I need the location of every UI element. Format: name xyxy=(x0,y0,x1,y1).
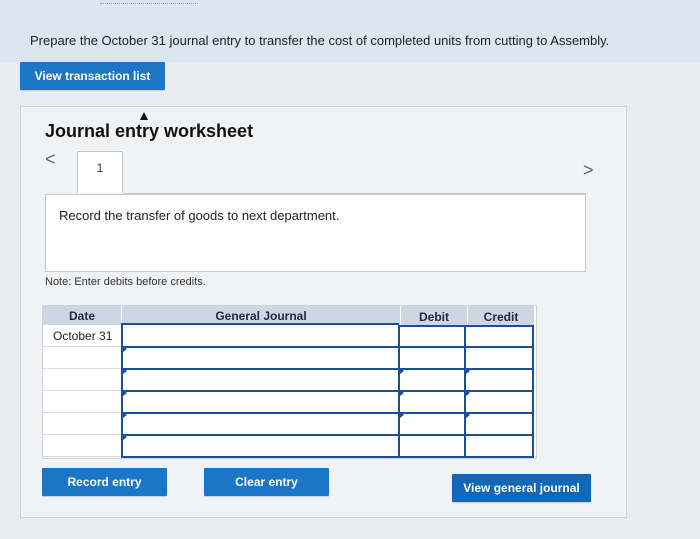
row-marker-icon xyxy=(400,368,404,374)
row-marker-icon xyxy=(400,390,404,396)
journal-entry-worksheet: Journal entry worksheet < > 1 Record the… xyxy=(20,106,627,518)
account-input[interactable] xyxy=(123,325,398,346)
date-cell xyxy=(43,435,121,457)
row-marker-icon xyxy=(123,390,127,396)
account-input[interactable] xyxy=(123,436,398,456)
row-marker-icon xyxy=(400,412,404,418)
account-input[interactable] xyxy=(123,348,398,368)
row-marker-icon xyxy=(123,412,127,418)
view-general-journal-button[interactable]: View general journal xyxy=(452,474,591,502)
worksheet-title: Journal entry worksheet xyxy=(45,121,254,141)
row-marker-icon xyxy=(466,412,470,418)
clear-entry-button[interactable]: Clear entry xyxy=(204,468,329,496)
debit-input[interactable] xyxy=(400,414,464,434)
credit-input[interactable] xyxy=(466,392,532,412)
account-input[interactable] xyxy=(123,370,398,390)
prev-entry-chevron-icon[interactable]: < xyxy=(45,149,56,170)
view-transaction-list-button[interactable]: View transaction list xyxy=(20,62,165,90)
account-input[interactable] xyxy=(123,414,398,434)
banner-divider xyxy=(100,3,198,18)
entry-note: Note: Enter debits before credits. xyxy=(45,276,206,288)
row-line xyxy=(121,456,534,458)
tab-entry-label: 1 xyxy=(96,161,104,175)
tab-entry-1[interactable]: 1 xyxy=(77,151,123,193)
header-date: Date xyxy=(43,306,121,325)
credit-input[interactable] xyxy=(466,436,532,456)
header-credit: Credit xyxy=(468,306,534,327)
row-marker-icon xyxy=(466,368,470,374)
debit-input[interactable] xyxy=(400,392,464,412)
next-entry-chevron-icon[interactable]: > xyxy=(583,160,594,181)
date-cell xyxy=(43,369,121,391)
credit-input[interactable] xyxy=(466,414,532,434)
date-cell xyxy=(43,347,121,369)
account-input[interactable] xyxy=(123,392,398,412)
journal-table: Date General Journal Debit Credit Octobe… xyxy=(42,305,537,459)
entry-description-box: Record the transfer of goods to next dep… xyxy=(45,194,586,272)
credit-input[interactable] xyxy=(466,348,532,368)
credit-input[interactable] xyxy=(466,327,532,346)
mouse-cursor-icon xyxy=(140,112,148,120)
debit-input[interactable] xyxy=(400,348,464,368)
date-cell xyxy=(43,391,121,413)
row-marker-icon xyxy=(123,368,127,374)
row-marker-icon xyxy=(123,434,127,440)
date-cell: October 31 xyxy=(43,325,121,347)
entry-description: Record the transfer of goods to next dep… xyxy=(59,208,340,223)
header-debit: Debit xyxy=(401,306,467,327)
row-marker-icon xyxy=(123,346,127,352)
debit-input[interactable] xyxy=(400,327,464,346)
credit-input[interactable] xyxy=(466,370,532,390)
debit-input[interactable] xyxy=(400,370,464,390)
row-marker-icon xyxy=(466,390,470,396)
debit-input[interactable] xyxy=(400,436,464,456)
question-prompt: Prepare the October 31 journal entry to … xyxy=(30,33,610,48)
record-entry-button[interactable]: Record entry xyxy=(42,468,167,496)
date-cell xyxy=(43,413,121,435)
